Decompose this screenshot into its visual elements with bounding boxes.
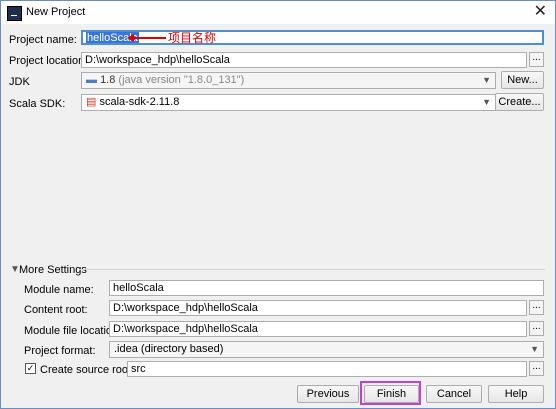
jdk-new-button[interactable]: New...: [501, 71, 544, 89]
close-icon[interactable]: ✕: [534, 3, 547, 21]
module-file-browse-button[interactable]: ...: [529, 321, 544, 336]
content-root-input[interactable]: D:\workspace_hdp\helloScala: [109, 300, 527, 316]
window-title: New Project: [26, 6, 86, 18]
more-settings-divider: [79, 269, 545, 270]
project-format-value: .idea (directory based): [114, 343, 224, 355]
annotation-arrow-head: [127, 34, 134, 42]
scala-sdk-select[interactable]: ▤ scala-sdk-2.11.8 ▼: [81, 94, 496, 111]
project-format-label: Project format:: [24, 345, 96, 357]
more-settings-header[interactable]: More Settings: [19, 264, 87, 276]
project-format-select[interactable]: .idea (directory based) ▼: [109, 341, 544, 358]
scala-sdk-value: scala-sdk-2.11.8: [99, 96, 180, 108]
finish-button[interactable]: Finish: [364, 385, 419, 403]
chevron-down-icon: ▼: [482, 97, 491, 107]
project-name-label: Project name:: [9, 34, 77, 46]
title-bar: New Project ✕: [1, 1, 555, 24]
annotation-arrow: [132, 37, 166, 39]
scala-sdk-label: Scala SDK:: [9, 98, 66, 110]
source-root-input[interactable]: src: [127, 361, 527, 377]
module-name-label: Module name:: [24, 284, 94, 296]
jdk-folder-icon: ▬: [86, 74, 97, 86]
jdk-label: JDK: [9, 76, 30, 88]
annotation-text: 项目名称: [168, 31, 217, 45]
module-file-location-input[interactable]: D:\workspace_hdp\helloScala: [109, 321, 527, 337]
help-button[interactable]: Help: [488, 385, 544, 403]
new-project-dialog: New Project ✕ Project name: helloScala 项…: [0, 0, 556, 409]
project-location-browse-button[interactable]: ...: [529, 52, 544, 67]
module-file-location-label: Module file location:: [24, 325, 122, 337]
jdk-detail: (java version "1.8.0_131"): [118, 74, 245, 86]
content-root-label: Content root:: [24, 304, 88, 316]
scala-create-button[interactable]: Create...: [495, 93, 544, 111]
module-name-input[interactable]: helloScala: [109, 280, 544, 296]
source-root-browse-button[interactable]: ...: [529, 361, 544, 376]
cancel-button[interactable]: Cancel: [426, 385, 482, 403]
jdk-version: 1.8: [100, 74, 116, 86]
create-source-root-label: Create source root:: [40, 364, 135, 376]
chevron-down-icon: ▼: [530, 344, 539, 354]
project-location-input[interactable]: D:\workspace_hdp\helloScala: [81, 52, 527, 68]
create-source-root-checkbox[interactable]: ✓: [25, 363, 36, 374]
project-location-label: Project location:: [9, 55, 88, 67]
intellij-app-icon: [7, 6, 22, 21]
content-root-browse-button[interactable]: ...: [529, 300, 544, 315]
scala-library-icon: ▤: [86, 96, 97, 108]
jdk-select[interactable]: ▬ 1.8 (java version "1.8.0_131") ▼: [81, 72, 496, 89]
previous-button[interactable]: Previous: [297, 385, 359, 403]
chevron-down-icon: ▼: [482, 75, 491, 85]
